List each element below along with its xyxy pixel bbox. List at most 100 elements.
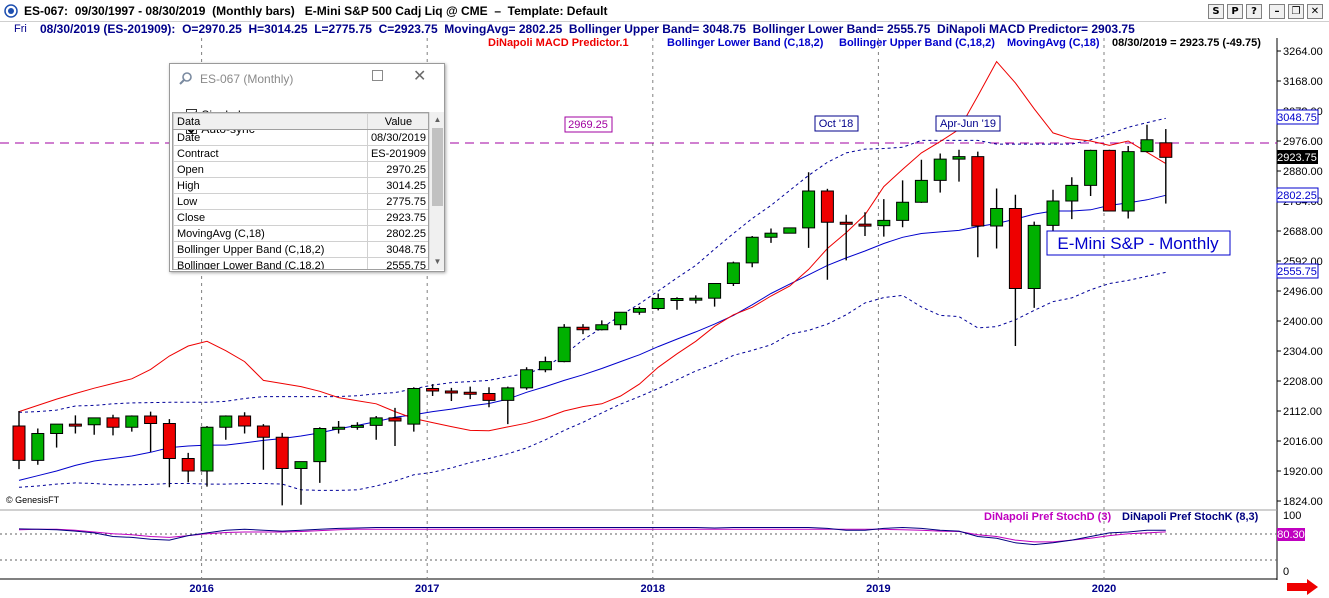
data-window-titlebar[interactable]: ES-067 (Monthly) ✕ [170, 64, 444, 92]
y-tick-label: 1920.00 [1283, 466, 1323, 478]
y-tick-label: 2976.00 [1283, 136, 1323, 148]
candle [896, 180, 910, 228]
y-tick-label: 2112.00 [1283, 406, 1322, 418]
candle-body-down [275, 436, 289, 469]
row-value: ES-201909 [366, 145, 428, 162]
candle [1084, 149, 1098, 196]
candle-body-up [1046, 200, 1060, 226]
candle-body-up [689, 297, 703, 301]
candle [1121, 146, 1135, 219]
candle-body-down [444, 390, 458, 394]
candle-body-up [802, 190, 816, 229]
table-row: High 3014.25 [173, 177, 428, 194]
candle [595, 320, 609, 331]
candle-body-up [1140, 139, 1154, 153]
table-row: Close 2923.75 [173, 209, 428, 226]
candle [200, 426, 214, 487]
candle [520, 367, 534, 390]
candle [914, 159, 928, 203]
candle-body-up [50, 423, 64, 434]
table-row: Bollinger Lower Band (C,18,2) 2555.75 [173, 257, 428, 269]
candle-body-up [1065, 184, 1079, 202]
row-value: 2775.75 [366, 193, 428, 210]
candle [632, 306, 646, 315]
row-label: Date [173, 129, 368, 146]
data-window[interactable]: ES-067 (Monthly) ✕ Single bar Auto-sync … [169, 63, 445, 272]
candle-body-up [557, 326, 571, 363]
header-value: Value [366, 113, 428, 130]
candle-body-up [896, 201, 910, 221]
y-tick-label: 2304.00 [1283, 346, 1323, 358]
row-label: Low [173, 193, 368, 210]
scroll-thumb[interactable] [432, 128, 443, 206]
candle [125, 415, 139, 432]
data-grid: Data Value Date 08/30/2019 Contract ES-20190… [172, 112, 429, 270]
x-tick-label: 2016 [189, 583, 213, 595]
candle [87, 417, 101, 435]
y-tick-label: 1824.00 [1283, 496, 1323, 508]
table-row: Low 2775.75 [173, 193, 428, 210]
close-badge: 2923.75 [1277, 152, 1317, 164]
stoch-tick-100: 100 [1283, 510, 1301, 522]
candle [802, 172, 816, 248]
candle-body-up [914, 179, 928, 203]
x-tick-label: 2019 [866, 583, 890, 595]
candle [1027, 221, 1041, 308]
candle-body-up [407, 388, 421, 425]
y-tick-label: 2016.00 [1283, 436, 1323, 448]
candle-body-up [313, 428, 327, 463]
close-icon[interactable]: ✕ [413, 66, 426, 85]
candle-body-down [181, 458, 195, 472]
stoch-k-label: DiNapoli Pref StochK (8,3) [1122, 511, 1259, 523]
candle-body-down [68, 423, 82, 427]
row-value: 2970.25 [366, 161, 428, 178]
scroll-up-icon[interactable]: ▲ [432, 114, 443, 126]
reference-line-label: 2969.25 [568, 119, 608, 131]
candle-body-up [538, 361, 552, 371]
candle [162, 419, 176, 488]
candle-body-up [501, 387, 515, 401]
candle-body-up [651, 298, 665, 309]
candle-body-up [350, 424, 364, 428]
candle [651, 293, 665, 311]
candle [31, 428, 45, 465]
y-tick-label: 2688.00 [1283, 226, 1323, 238]
row-label: Contract [173, 145, 368, 162]
candle-body-up [369, 417, 383, 426]
candle [557, 324, 571, 363]
scroll-down-icon[interactable]: ▼ [432, 256, 443, 268]
candle [1140, 124, 1154, 153]
candle [1046, 189, 1060, 234]
candle-body-down [388, 417, 402, 422]
candle-body-down [1102, 149, 1116, 212]
candle-body-down [576, 326, 590, 331]
maximize-icon[interactable] [372, 70, 383, 81]
candle-body-down [1159, 142, 1173, 158]
candle-body-down [256, 425, 270, 438]
candle-body-down [820, 190, 834, 223]
candle-body-down [1008, 208, 1022, 289]
magnifier-icon [179, 72, 192, 85]
stoch-d-label: DiNapoli Pref StochD (3) [984, 511, 1111, 523]
candle [764, 228, 778, 243]
candle-body-down [238, 415, 252, 427]
y-tick-label: 3264.00 [1283, 46, 1323, 58]
y-tick-label: 2400.00 [1283, 316, 1323, 328]
data-window-scrollbar[interactable]: ▲ ▼ [429, 112, 444, 270]
row-value: 2923.75 [366, 209, 428, 226]
data-window-options: Single bar Auto-sync [173, 94, 263, 136]
candle-body-down [482, 393, 496, 401]
candle [294, 461, 308, 505]
candle [463, 386, 477, 400]
candle [1102, 149, 1116, 212]
y-tick-label: 3168.00 [1283, 76, 1323, 88]
candle [670, 297, 684, 310]
candle [1159, 129, 1173, 204]
candle-body-up [1084, 149, 1098, 186]
header-data: Data [173, 113, 368, 130]
candle-body-up [595, 324, 609, 331]
candle [68, 415, 82, 434]
lower-band-line [18, 271, 1166, 491]
candle-body-down [12, 425, 26, 461]
candle-body-down [144, 415, 158, 424]
